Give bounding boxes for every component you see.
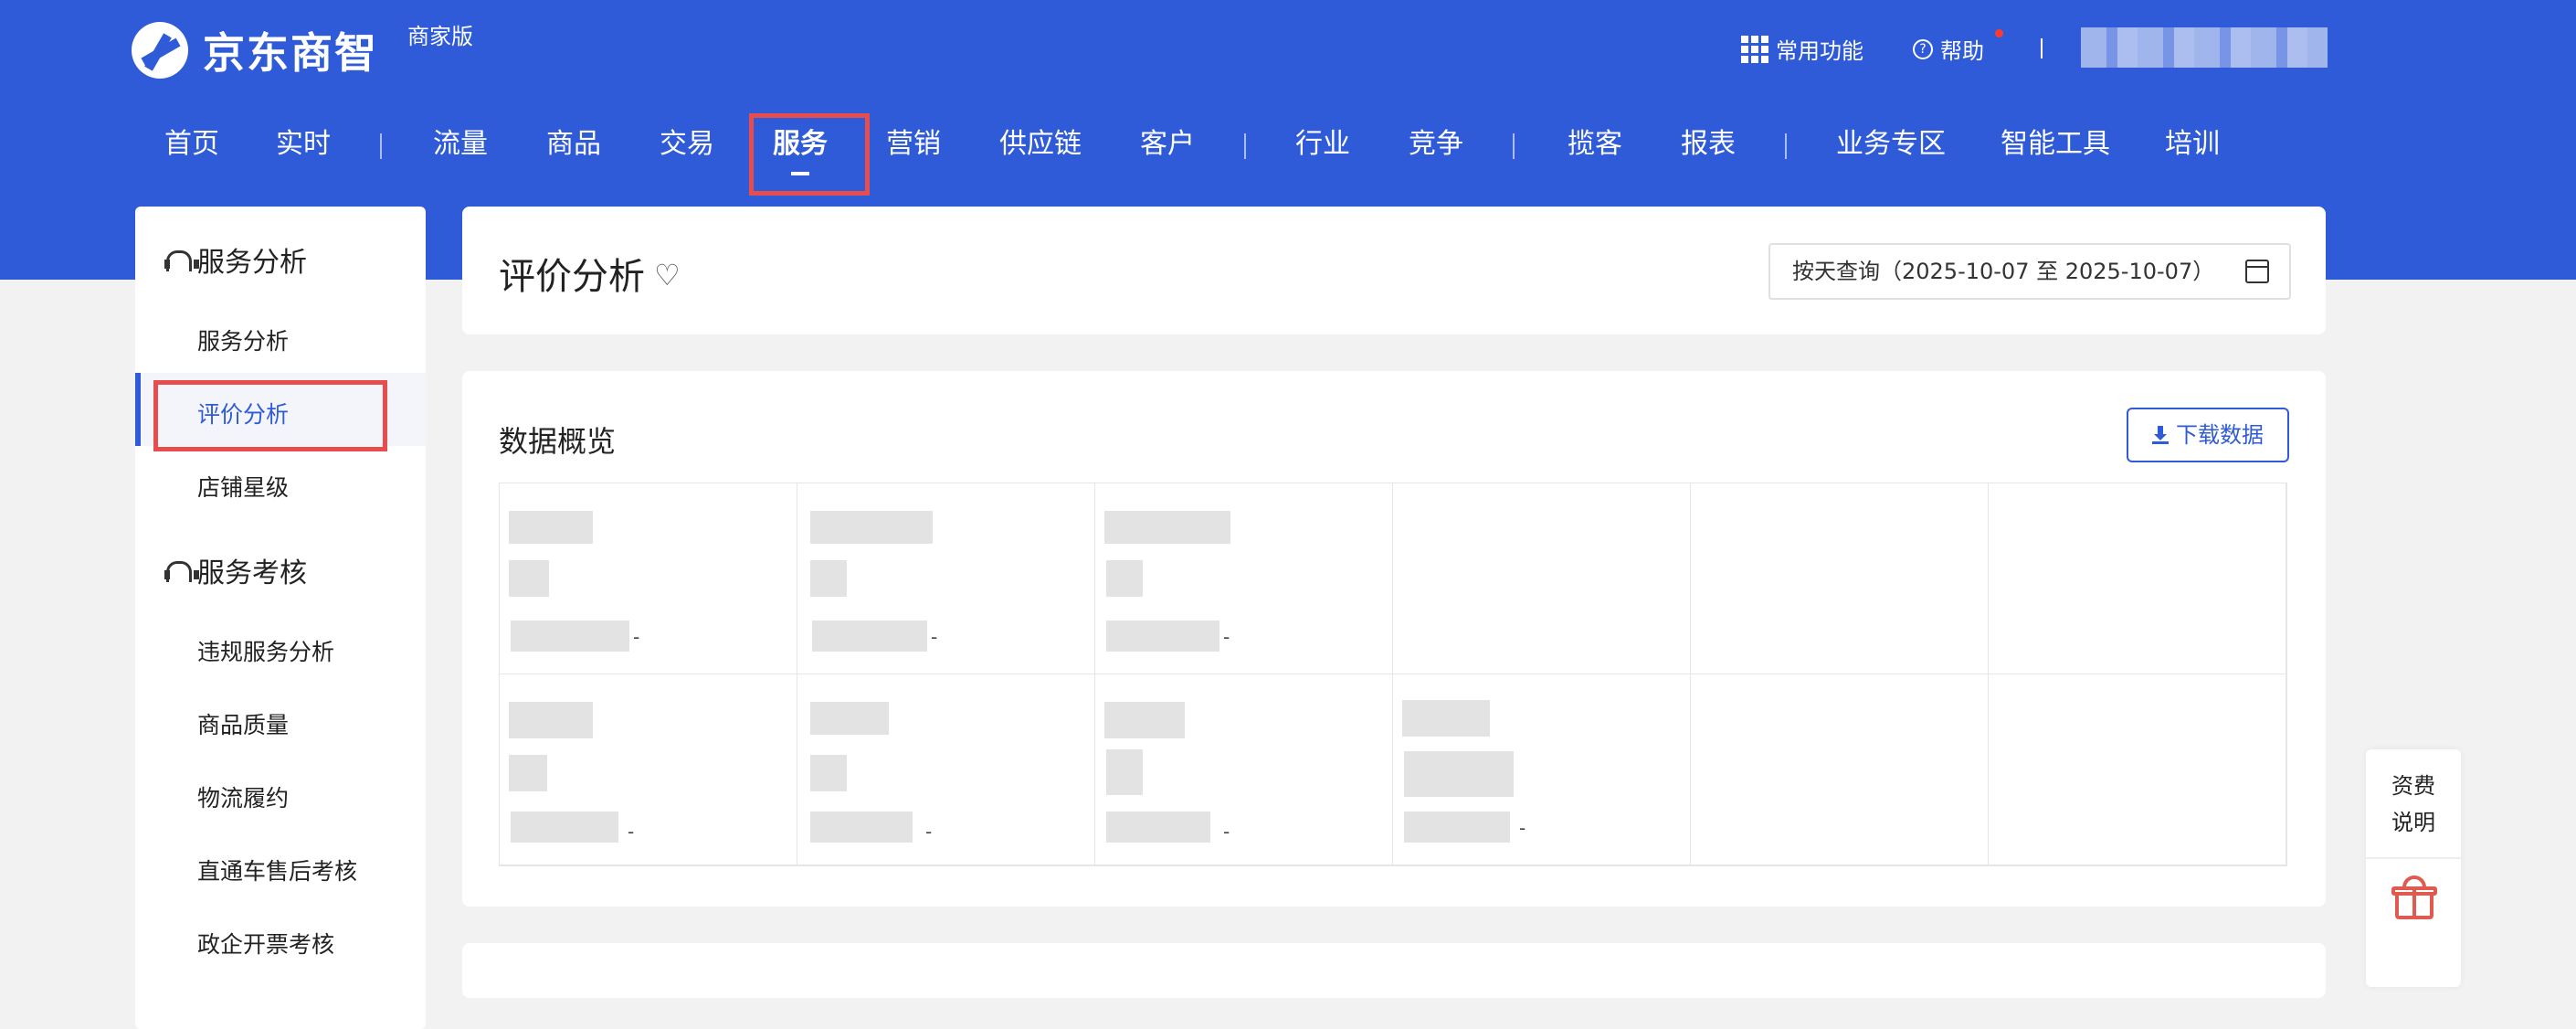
sidebar-item-product-quality[interactable]: 商品质量 [197, 707, 289, 740]
gift-icon[interactable] [2391, 875, 2437, 921]
nav-item-acquire[interactable]: 揽客 [1568, 110, 1622, 183]
sidebar-item-service-analysis[interactable]: 服务分析 [197, 324, 289, 356]
logo[interactable]: 京东商智 商家版 [132, 20, 473, 80]
headset-icon [164, 559, 199, 582]
metric-card [1393, 483, 1691, 674]
metric-change: - [1519, 817, 1526, 839]
floating-toolbar: 资费 说明 [2366, 749, 2461, 987]
nav-item-business-zone[interactable]: 业务专区 [1836, 110, 1946, 183]
header-divider [2041, 38, 2043, 58]
nav-item-product[interactable]: 商品 [546, 110, 601, 183]
help-icon: ? [1913, 38, 1933, 59]
fee-explanation-button[interactable]: 资费 说明 [2366, 768, 2461, 841]
nav-item-smart-tools[interactable]: 智能工具 [2001, 110, 2110, 183]
overview-title: 数据概览 [499, 424, 617, 459]
nav-item-industry[interactable]: 行业 [1295, 110, 1350, 183]
sidebar-section-service-analysis[interactable]: 服务分析 [164, 239, 307, 280]
metric-change: - [925, 821, 933, 843]
overview-card: 数据概览 下载数据 - - - - - - - [462, 371, 2326, 907]
sidebar-item-logistics[interactable]: 物流履约 [197, 780, 289, 813]
highlight-box-sidebar [153, 380, 387, 451]
fee-label-line2: 说明 [2391, 810, 2435, 835]
sidebar-item-violation-analysis[interactable]: 违规服务分析 [197, 634, 334, 667]
sidebar-section-title: 服务考核 [197, 557, 307, 589]
metric-card: - [1393, 674, 1691, 865]
logo-icon [132, 22, 188, 79]
highlight-box-nav [749, 113, 870, 196]
sidebar-section-service-assessment[interactable]: 服务考核 [164, 550, 307, 590]
grid-icon [1741, 35, 1768, 63]
nav-item-transaction[interactable]: 交易 [660, 110, 714, 183]
metric-card: - [797, 674, 1095, 865]
edition-label: 商家版 [407, 24, 473, 49]
nav-item-realtime[interactable]: 实时 [276, 110, 331, 183]
page-header-card: 评价分析 ♡ 按天查询（2025-10-07 至 2025-10-07） [462, 207, 2326, 334]
metric-change: - [1223, 821, 1230, 843]
nav-divider [1513, 133, 1515, 159]
sidebar-item-aftersales[interactable]: 直通车售后考核 [197, 854, 357, 886]
user-account[interactable] [2081, 27, 2328, 68]
nav-item-marketing[interactable]: 营销 [886, 110, 941, 183]
sidebar-section-title: 服务分析 [197, 247, 307, 279]
nav-divider [1785, 133, 1787, 159]
nav-item-traffic[interactable]: 流量 [433, 110, 488, 183]
common-functions-button[interactable]: 常用功能 [1741, 33, 1863, 65]
metric-card: - [500, 483, 797, 674]
nav-item-customer[interactable]: 客户 [1140, 110, 1195, 183]
help-button[interactable]: ? 帮助 [1913, 33, 1984, 65]
metric-change: - [1223, 626, 1230, 648]
nav-item-reports[interactable]: 报表 [1681, 110, 1736, 183]
download-label: 下载数据 [2176, 422, 2264, 448]
metric-change: - [628, 821, 635, 843]
date-range-picker[interactable]: 按天查询（2025-10-07 至 2025-10-07） [1768, 243, 2291, 300]
sidebar-item-invoice[interactable]: 政企开票考核 [197, 927, 334, 960]
nav-item-supply-chain[interactable]: 供应链 [999, 110, 1082, 183]
nav-divider [1244, 133, 1246, 159]
metric-card: - [797, 483, 1095, 674]
nav-item-competition[interactable]: 竞争 [1409, 110, 1463, 183]
next-section-card [462, 943, 2326, 998]
notification-dot [1995, 29, 2003, 37]
sidebar-item-store-rating[interactable]: 店铺星级 [197, 470, 289, 503]
headset-icon [164, 249, 199, 271]
metric-card: - [1095, 483, 1393, 674]
date-range-text: 按天查询（2025-10-07 至 2025-10-07） [1792, 259, 2215, 284]
metric-card [1691, 483, 1989, 674]
metric-change: - [633, 626, 640, 648]
nav-divider [380, 133, 382, 159]
metric-card: - [500, 674, 797, 865]
toolbar-divider [2366, 857, 2461, 859]
download-icon [2152, 426, 2169, 444]
main-nav: 首页 实时 流量 商品 交易 服务 营销 供应链 客户 行业 竞争 揽客 报表 … [0, 110, 2576, 183]
fee-label-line1: 资费 [2391, 773, 2435, 799]
download-data-button[interactable]: 下载数据 [2127, 408, 2289, 462]
sidebar: 服务分析 服务分析 评价分析 店铺星级 服务考核 违规服务分析 商品质量 物流履… [135, 207, 426, 1029]
metric-card [1989, 674, 2286, 865]
common-functions-label: 常用功能 [1776, 38, 1863, 64]
page-title: 评价分析 [499, 256, 645, 298]
heart-icon[interactable]: ♡ [654, 258, 681, 292]
metrics-grid: - - - - - - - [499, 483, 2287, 866]
brand-name: 京东商智 [203, 28, 378, 78]
top-bar: 京东商智 商家版 常用功能 ? 帮助 [0, 0, 2576, 110]
nav-item-training[interactable]: 培训 [2165, 110, 2220, 183]
nav-item-home[interactable]: 首页 [164, 110, 219, 183]
metric-card [1989, 483, 2286, 674]
calendar-icon [2245, 260, 2269, 283]
metric-card [1691, 674, 1989, 865]
help-label: 帮助 [1940, 38, 1984, 64]
metric-change: - [931, 626, 938, 648]
metric-card: - [1095, 674, 1393, 865]
